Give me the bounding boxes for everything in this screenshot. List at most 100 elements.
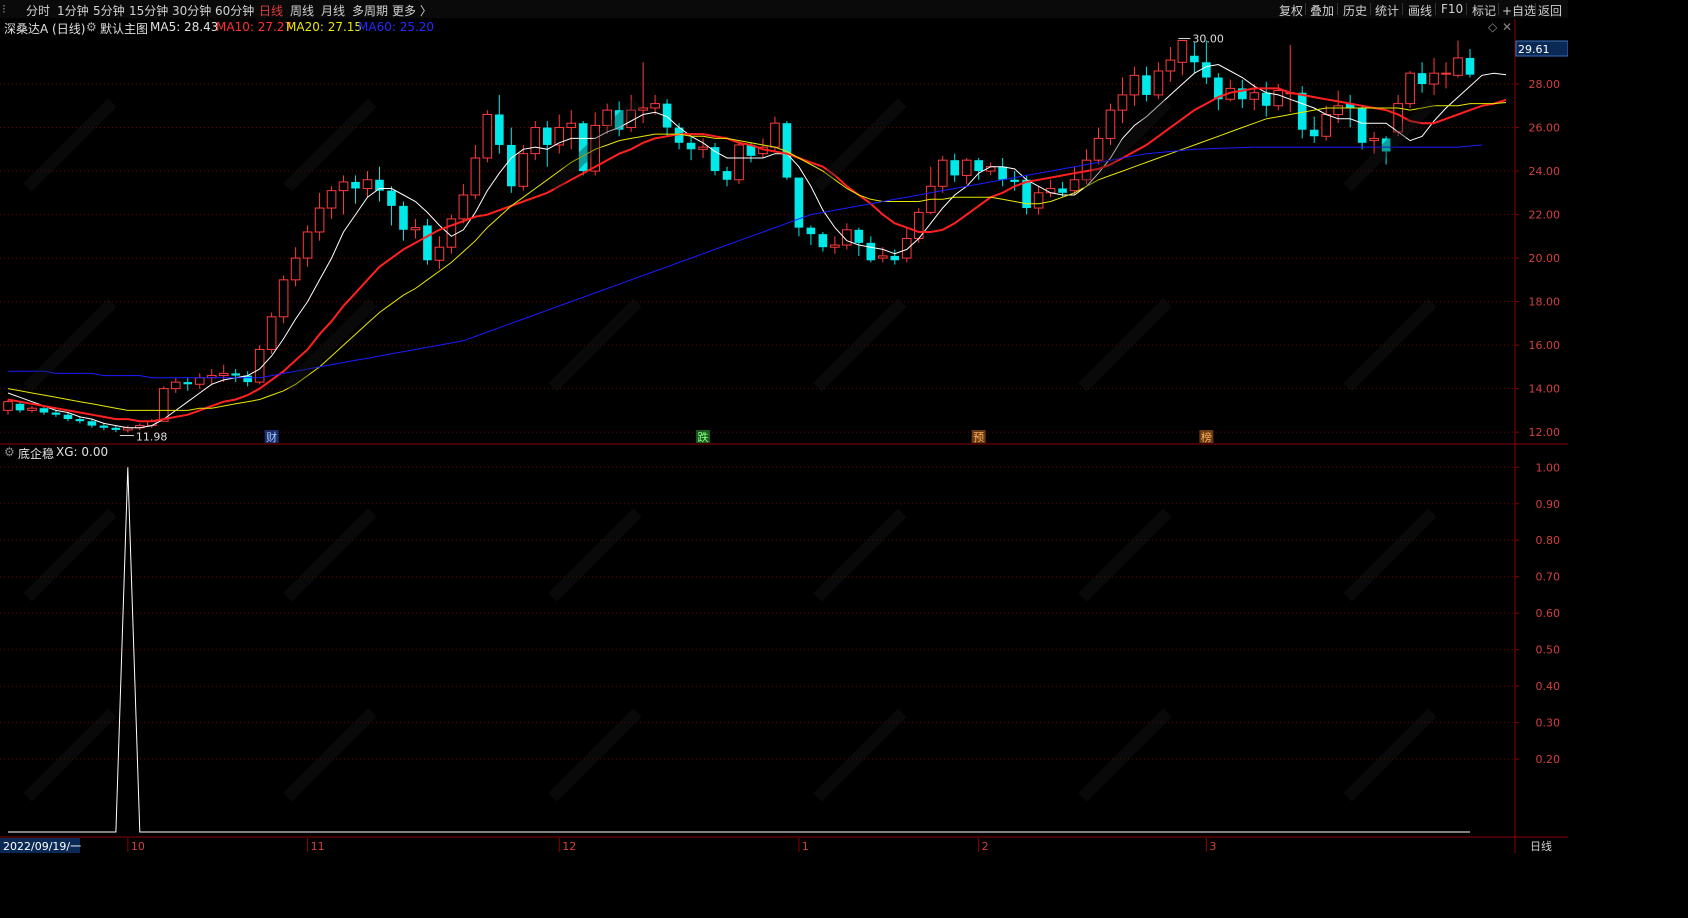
candle-body	[351, 181, 360, 189]
candle-body	[698, 146, 708, 150]
candle-body	[1321, 113, 1332, 137]
candle-body	[1190, 55, 1199, 63]
indicator-tick-label: 0.40	[1536, 680, 1561, 693]
candle-body	[1033, 192, 1044, 209]
price-tick-label: 16.00	[1529, 339, 1561, 352]
candle-body	[15, 403, 25, 411]
watermark-mark	[548, 298, 642, 392]
high-annotation: 30.00	[1192, 33, 1224, 46]
candle-body	[434, 246, 445, 261]
indicator-line	[8, 467, 1470, 833]
watermark-mark	[1343, 298, 1437, 392]
month-label: 10	[131, 840, 145, 853]
xg-line	[8, 467, 1470, 833]
candle-body	[722, 171, 732, 180]
indicator-tick-label: 0.30	[1536, 717, 1561, 730]
price-tick-label: 26.00	[1529, 122, 1561, 135]
candle-body	[866, 242, 876, 261]
candle-body	[1249, 92, 1260, 100]
chart-area[interactable]: 12.00 14.00 16.00 18.00 20.00 22.00 24.00 26.00…	[0, 0, 1568, 853]
candle-body	[1441, 72, 1451, 75]
candle-body	[75, 419, 85, 422]
candle-body	[1297, 92, 1307, 130]
candle-body	[1153, 70, 1164, 96]
candle-body	[1105, 109, 1116, 139]
candle-body	[39, 408, 49, 413]
candle-body	[423, 225, 432, 261]
watermark-mark	[1343, 708, 1437, 802]
candle-body	[218, 372, 229, 377]
price-axis: 12.00 14.00 16.00 18.00 20.00 22.00 24.00 26.00…	[1515, 40, 1568, 439]
event-marker: 预	[973, 431, 984, 444]
candle-body	[362, 179, 373, 189]
candle-body	[1142, 75, 1151, 95]
month-label: 2	[982, 840, 989, 853]
candle-body	[506, 144, 516, 187]
candle-body	[266, 316, 277, 350]
ma-line-ma5	[7, 63, 1507, 429]
watermark-mark	[1078, 98, 1172, 192]
candle-body	[686, 142, 696, 150]
candle-body	[1058, 188, 1067, 193]
ma-lines	[7, 63, 1507, 429]
indicator-tick-label: 0.50	[1536, 644, 1561, 657]
candle-body	[770, 122, 780, 148]
candle-body	[470, 157, 481, 196]
candle-body	[170, 381, 181, 390]
candle-body	[1417, 73, 1427, 85]
candle-body	[482, 113, 493, 159]
price-tick-label: 14.00	[1529, 383, 1561, 396]
candle-body	[63, 414, 73, 420]
watermark	[23, 98, 1437, 802]
month-label: 1	[802, 840, 809, 853]
period-label: 日线	[1530, 839, 1552, 853]
candle-body	[1369, 137, 1379, 142]
watermark-mark	[283, 298, 377, 392]
candle-body	[1202, 62, 1211, 78]
candle-body	[302, 231, 313, 259]
candle-body	[1333, 105, 1343, 115]
candle-body	[194, 377, 205, 385]
watermark-mark	[23, 298, 117, 392]
candle-body	[901, 238, 912, 259]
candle-body	[183, 382, 193, 385]
candle-body	[99, 425, 109, 428]
candle-body	[830, 244, 840, 248]
candle-body	[890, 255, 900, 261]
ma-line-ma60	[8, 144, 1483, 379]
candle-body	[1261, 92, 1271, 106]
candles	[3, 40, 1475, 433]
price-tick-label: 20.00	[1529, 252, 1561, 265]
candle-body	[937, 159, 948, 187]
watermark-mark	[813, 98, 907, 192]
candle-body	[1273, 90, 1284, 107]
price-tick-label: 18.00	[1529, 296, 1561, 309]
candle-body	[710, 147, 720, 172]
event-marker: 跌	[698, 430, 709, 444]
watermark-mark	[813, 508, 907, 602]
indicator-tick-label: 1.00	[1536, 461, 1561, 474]
grid	[0, 83, 1515, 760]
price-tick-label: 12.00	[1529, 426, 1561, 439]
candle-body	[998, 166, 1007, 180]
candle-body	[566, 122, 577, 129]
candle-body	[51, 412, 61, 415]
indicator-axis: 0.20 0.30 0.40 0.50 0.60 0.70 0.80 0.90 1.00	[1515, 461, 1560, 766]
watermark-mark	[1343, 508, 1437, 602]
candle-body	[290, 257, 301, 281]
candle-body	[530, 127, 541, 155]
indicator-tick-label: 0.70	[1536, 571, 1561, 584]
candle-body	[338, 181, 349, 192]
candle-body	[314, 207, 325, 233]
watermark-mark	[23, 508, 117, 602]
candle-body	[961, 159, 972, 176]
candle-body	[1117, 94, 1128, 111]
watermark-mark	[548, 508, 642, 602]
candle-body	[1453, 57, 1463, 76]
candle-body	[1309, 129, 1319, 137]
candle-body	[518, 153, 529, 187]
candle-body	[1177, 40, 1188, 63]
candle-body	[1129, 74, 1140, 96]
candle-body	[410, 227, 421, 231]
watermark-mark	[23, 98, 117, 192]
